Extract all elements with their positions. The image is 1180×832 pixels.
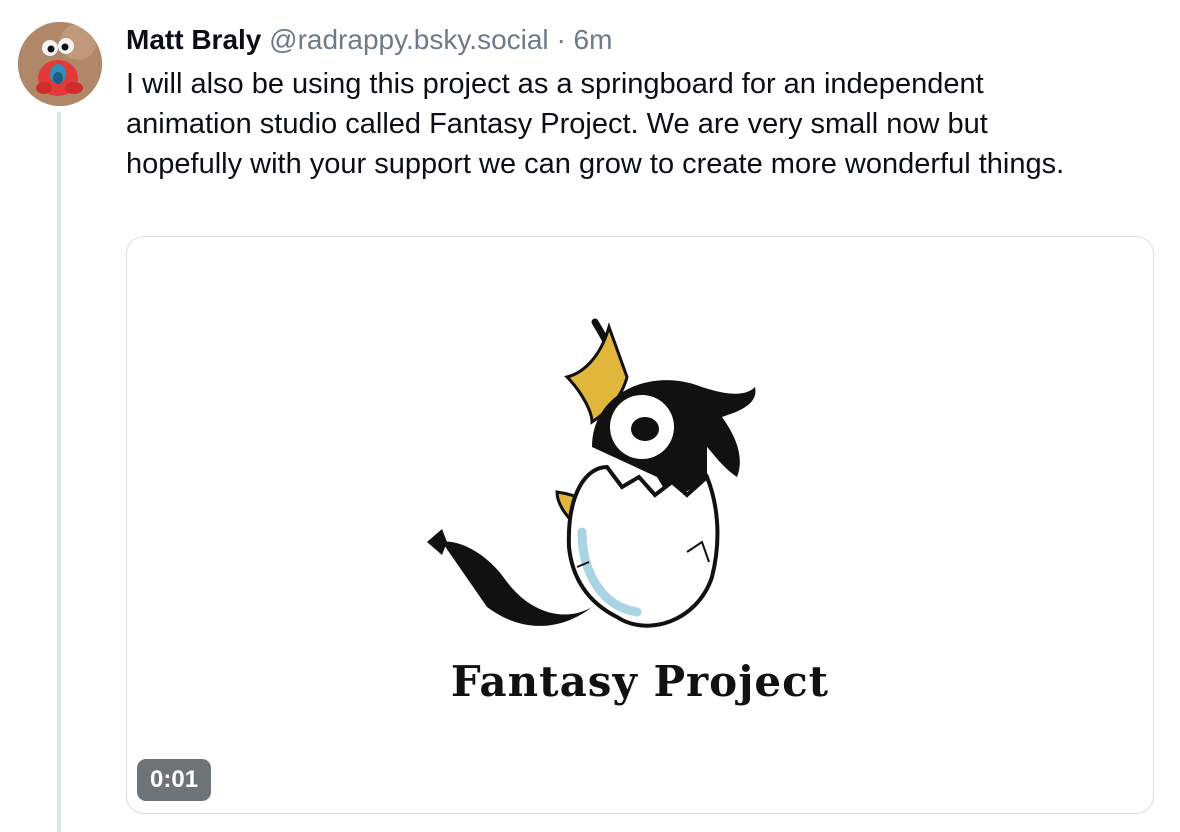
video-embed[interactable]: Fantasy Project 0:01	[126, 236, 1154, 814]
post: Matt Braly @radrappy.bsky.social · 6m I …	[126, 22, 1156, 184]
video-duration-badge: 0:01	[137, 759, 212, 801]
logo-text: Fantasy Project	[450, 657, 830, 706]
post-header: Matt Braly @radrappy.bsky.social · 6m	[126, 22, 1156, 58]
post-time[interactable]: 6m	[574, 24, 613, 55]
avatar-image	[18, 22, 102, 106]
thread-line	[57, 112, 61, 832]
post-text: I will also be using this project as a s…	[126, 68, 1065, 180]
author-name[interactable]: Matt Braly	[126, 24, 261, 55]
fantasy-project-logo-image	[427, 318, 756, 628]
author-handle[interactable]: @radrappy.bsky.social	[269, 24, 549, 55]
avatar[interactable]	[18, 22, 102, 106]
meta-separator: ·	[556, 24, 566, 55]
